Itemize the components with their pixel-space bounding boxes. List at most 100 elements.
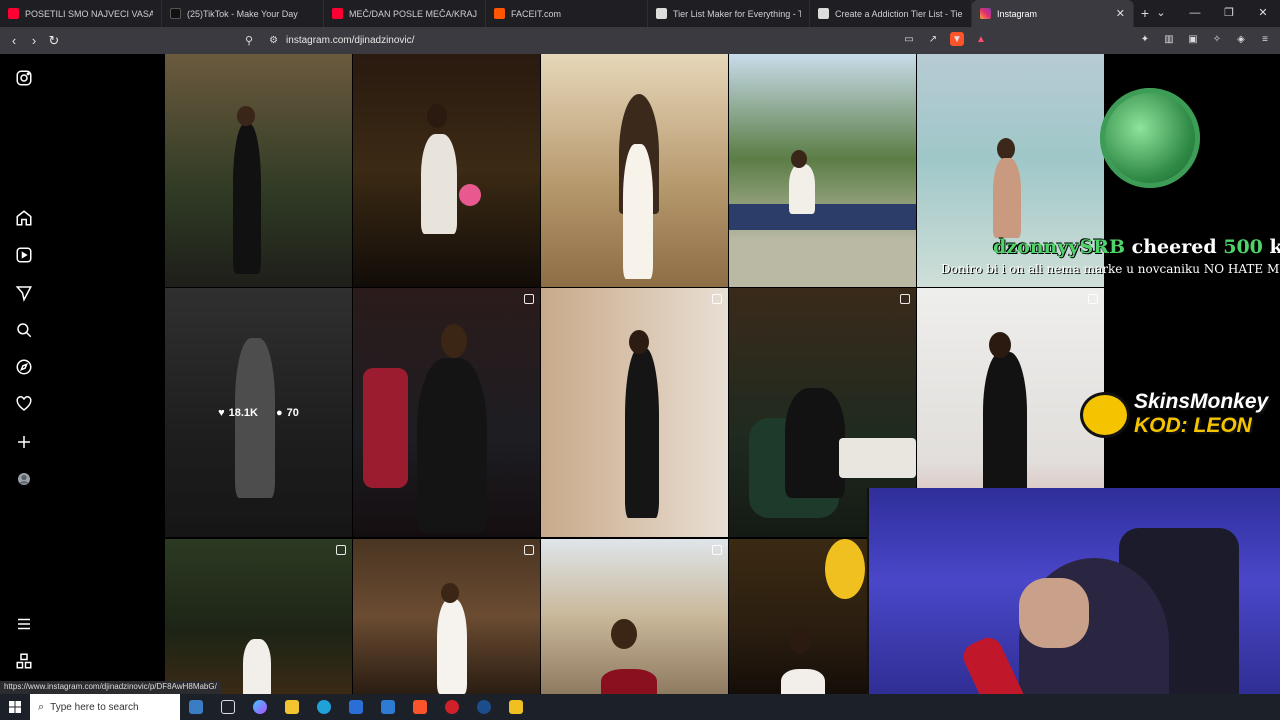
address-field[interactable]: ⚲ ⚙ instagram.com/djinadzinovic/ xyxy=(245,30,995,51)
brave-shield-icon[interactable]: ▼ xyxy=(950,32,964,46)
brave-rewards-icon[interactable]: ▲ xyxy=(974,32,988,46)
instagram-logo-icon[interactable] xyxy=(14,68,34,88)
close-icon[interactable]: ✕ xyxy=(1246,0,1280,27)
profile-avatar[interactable] xyxy=(14,469,34,489)
copilot-icon[interactable] xyxy=(244,694,276,720)
task-view-icon[interactable] xyxy=(212,694,244,720)
post-thumbnail[interactable] xyxy=(353,539,540,694)
vpn-icon[interactable]: ◈ xyxy=(1234,32,1248,46)
steam-icon[interactable] xyxy=(468,694,500,720)
leo-icon[interactable]: ✧ xyxy=(1210,32,1224,46)
more-menu-icon[interactable] xyxy=(14,614,34,634)
post-thumbnail-hovered[interactable]: ♥ 18.1K ● 70 xyxy=(165,288,352,537)
reels-icon[interactable] xyxy=(14,245,34,265)
sidebar-icon[interactable]: ▥ xyxy=(1162,32,1176,46)
kick-coin-graphic xyxy=(1100,88,1200,188)
post-photo-head xyxy=(789,625,811,653)
carousel-icon xyxy=(524,545,534,555)
back-icon[interactable]: ‹ xyxy=(4,33,24,48)
post-thumbnail[interactable] xyxy=(541,288,728,537)
tab-faceit[interactable]: FACEIT.com xyxy=(486,0,648,27)
post-photo-figure xyxy=(243,639,271,694)
tab-title: (25)TikTok - Make Your Day xyxy=(187,8,298,19)
post-thumbnail[interactable] xyxy=(541,54,728,287)
carousel-icon xyxy=(900,294,910,304)
wallet-icon[interactable]: ▣ xyxy=(1186,32,1200,46)
post-photo-head xyxy=(629,330,649,354)
post-photo-figure xyxy=(729,204,916,230)
bookmark-icon[interactable]: ⚲ xyxy=(245,34,253,47)
post-thumbnail[interactable] xyxy=(729,539,869,694)
url-text: instagram.com/djinadzinovic/ xyxy=(286,35,415,46)
messages-icon[interactable] xyxy=(14,283,34,303)
app-yellow-icon[interactable] xyxy=(500,694,532,720)
tab-tiktok[interactable]: (25)TikTok - Make Your Day xyxy=(162,0,324,27)
app-red-icon[interactable] xyxy=(436,694,468,720)
close-tab-icon[interactable]: ✕ xyxy=(1116,7,1125,20)
chevron-down-icon[interactable]: ⌄ xyxy=(1144,0,1178,27)
post-photo-figure xyxy=(785,388,845,498)
search-placeholder: Type here to search xyxy=(50,701,139,713)
toolbar-spacer xyxy=(998,32,1128,46)
tab-title: FACEIT.com xyxy=(511,8,562,19)
post-thumbnail[interactable] xyxy=(541,539,728,694)
post-thumbnail[interactable] xyxy=(165,54,352,287)
home-icon[interactable] xyxy=(14,208,34,228)
windows-start-icon[interactable] xyxy=(0,701,30,713)
comment-count: 70 xyxy=(286,406,299,419)
file-explorer-icon[interactable] xyxy=(276,694,308,720)
post-photo-figure xyxy=(983,352,1027,502)
search-icon: ⌕ xyxy=(38,700,45,713)
post-photo-head xyxy=(237,106,255,126)
post-thumbnail[interactable] xyxy=(353,288,540,537)
post-photo-head xyxy=(997,138,1015,160)
notifications-heart-icon[interactable] xyxy=(14,394,34,414)
restore-icon[interactable]: ❐ xyxy=(1212,0,1246,27)
carousel-icon xyxy=(1088,294,1098,304)
post-photo-figure xyxy=(993,158,1021,238)
comment-stat: ● 70 xyxy=(276,407,299,419)
tab-youtube-vasar[interactable]: POSETILI SMO NAJVECI VASAR! - Yo xyxy=(0,0,162,27)
store-icon[interactable] xyxy=(340,694,372,720)
windows-taskbar: ⌕ Type here to search xyxy=(0,694,1280,720)
post-thumbnail[interactable] xyxy=(165,539,352,694)
post-photo-head xyxy=(791,150,807,168)
also-from-meta-icon[interactable] xyxy=(14,651,34,671)
explore-icon[interactable] xyxy=(14,357,34,377)
cheer-alert: dzonnyySRB cheered 500 kicks! xyxy=(993,236,1280,258)
cheer-username: dzonnyySRB xyxy=(993,236,1126,258)
menu-icon[interactable]: ≡ xyxy=(1258,32,1272,46)
tab-tiermaker-1[interactable]: Tier List Maker for Everything - TierM xyxy=(648,0,810,27)
cheer-unit: kicks! xyxy=(1269,236,1280,258)
search-icon[interactable] xyxy=(14,320,34,340)
edge-icon[interactable] xyxy=(308,694,340,720)
create-plus-icon[interactable] xyxy=(14,432,34,452)
tiermaker-icon xyxy=(818,8,829,19)
faceit-icon xyxy=(494,8,505,19)
tab-youtube-mec[interactable]: MEČ/DAN POSLE MEČA/KRAJ PRVE xyxy=(324,0,486,27)
carousel-icon xyxy=(712,294,722,304)
post-hover-overlay: ♥ 18.1K ● 70 xyxy=(165,288,352,537)
cheer-message: Doniro bi i on ali nema marke u novcanik… xyxy=(941,262,1280,276)
reload-icon[interactable]: ↻ xyxy=(44,33,64,49)
brave-browser-icon[interactable] xyxy=(404,694,436,720)
post-thumbnail[interactable] xyxy=(353,54,540,287)
post-thumbnail[interactable] xyxy=(729,54,916,287)
post-photo-figure xyxy=(417,358,487,533)
browser-toolbar: ‹ › ↻ ⚲ ⚙ instagram.com/djinadzinovic/ ▭… xyxy=(0,27,1280,54)
tab-title: Create a Addiction Tier List - TierMa xyxy=(835,8,963,19)
widgets-icon[interactable] xyxy=(180,694,212,720)
share-icon[interactable]: ↗ xyxy=(926,32,940,46)
sponsor-code: KOD: LEON xyxy=(1134,414,1252,437)
link-status-bar: https://www.instagram.com/djinadzinovic/… xyxy=(0,681,221,694)
tab-instagram[interactable]: Instagram ✕ xyxy=(972,0,1134,27)
mail-icon[interactable] xyxy=(372,694,404,720)
post-photo-figure xyxy=(623,144,653,279)
cast-icon[interactable]: ▭ xyxy=(902,32,916,46)
forward-icon[interactable]: › xyxy=(24,33,44,48)
extensions-icon[interactable]: ✦ xyxy=(1138,32,1152,46)
minimize-icon[interactable]: — xyxy=(1178,0,1212,27)
taskbar-search-input[interactable]: ⌕ Type here to search xyxy=(30,694,180,720)
site-info-icon[interactable]: ⚙ xyxy=(269,35,278,46)
tab-tiermaker-2[interactable]: Create a Addiction Tier List - TierMa xyxy=(810,0,972,27)
